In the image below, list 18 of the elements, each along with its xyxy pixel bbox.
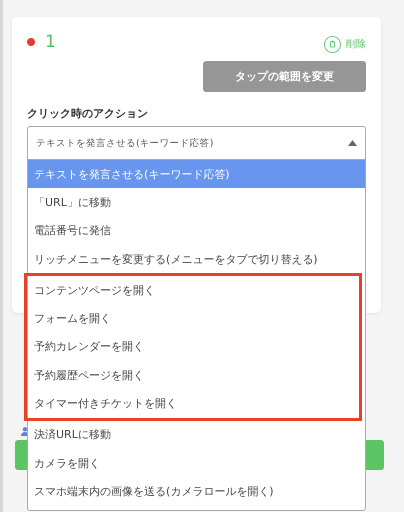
dropdown-option[interactable]: 予約カレンダーを開く <box>24 332 362 362</box>
dropdown-option[interactable]: コンテンツページを開く <box>24 273 362 304</box>
dropdown-option[interactable]: 「URL」に移動 <box>28 188 365 217</box>
action-label: クリック時のアクション <box>27 106 149 121</box>
person-icon <box>21 427 29 436</box>
status-dot <box>27 38 35 46</box>
action-select[interactable]: テキストを発言させる(キーワード応答) <box>27 126 366 160</box>
dropdown-option[interactable]: カメラを開く <box>28 448 365 478</box>
caret-icon <box>348 140 357 146</box>
dropdown-option[interactable]: スマホ端末内の画像を送る(カメラロールを開く) <box>28 477 365 506</box>
dropdown-option[interactable]: 予約履歴ページを開く <box>24 361 362 390</box>
dropdown-option[interactable]: リッチメニューを変更する(メニューをタブで切り替える) <box>28 244 365 274</box>
item-number: 1 <box>45 32 56 52</box>
dropdown-option[interactable]: タイマー付きチケットを開く <box>24 389 362 421</box>
dropdown-option[interactable]: フォームを開く <box>24 304 362 333</box>
dropdown-option[interactable]: 決済URLに移動 <box>28 420 365 449</box>
trash-icon <box>324 36 341 52</box>
dropdown-option[interactable]: 電話番号に発信 <box>28 216 365 245</box>
